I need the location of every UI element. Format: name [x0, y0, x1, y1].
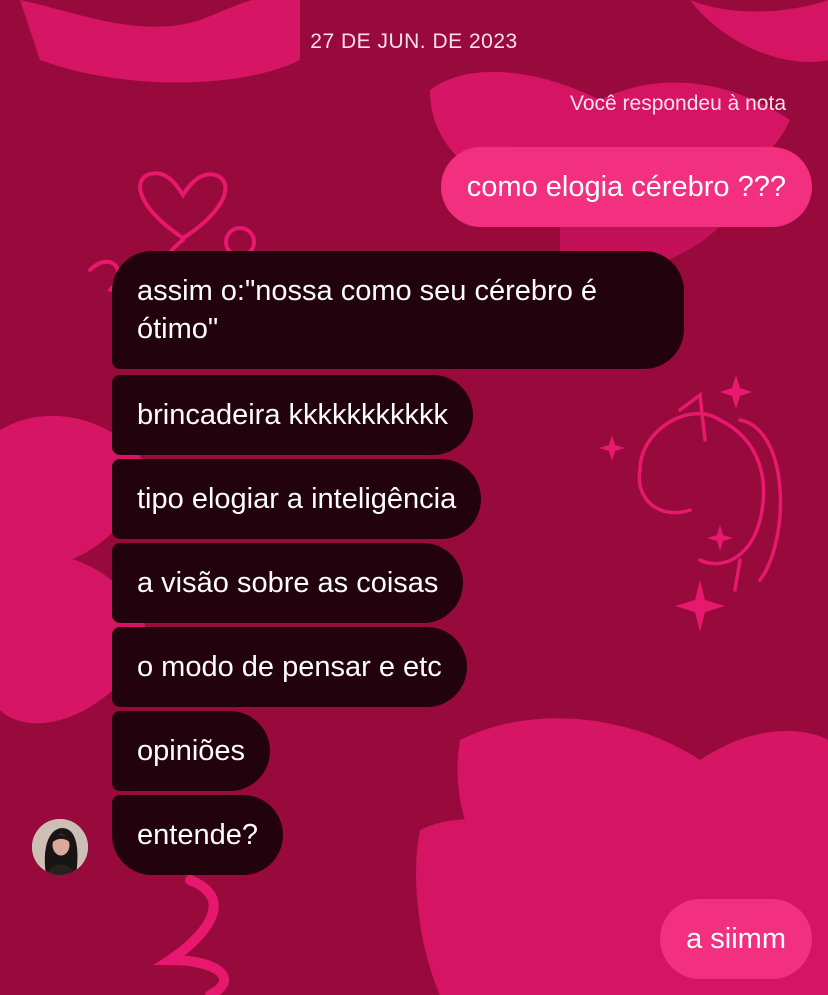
sent-message-bubble[interactable]: a siimm: [660, 899, 812, 979]
received-message-bubble[interactable]: tipo elogiar a inteligência: [112, 459, 482, 539]
received-message-bubble[interactable]: a visão sobre as coisas: [112, 543, 464, 623]
sent-message-bubble[interactable]: como elogia cérebro ???: [440, 147, 812, 227]
received-message-bubble[interactable]: opiniões: [112, 711, 271, 791]
received-message-bubble[interactable]: brincadeira kkkkkkkkkkk: [112, 375, 474, 455]
received-message-bubble[interactable]: entende?: [112, 795, 283, 875]
received-message-bubble[interactable]: o modo de pensar e etc: [112, 627, 467, 707]
avatar-photo-icon: [32, 819, 88, 875]
note-reply-label: Você respondeu à nota: [569, 92, 786, 115]
received-message-bubble[interactable]: assim o:"nossa como seu cérebro é ótimo": [112, 251, 684, 369]
contact-avatar[interactable]: [32, 819, 88, 875]
conversation-date-header: 27 DE JUN. DE 2023: [310, 30, 518, 53]
